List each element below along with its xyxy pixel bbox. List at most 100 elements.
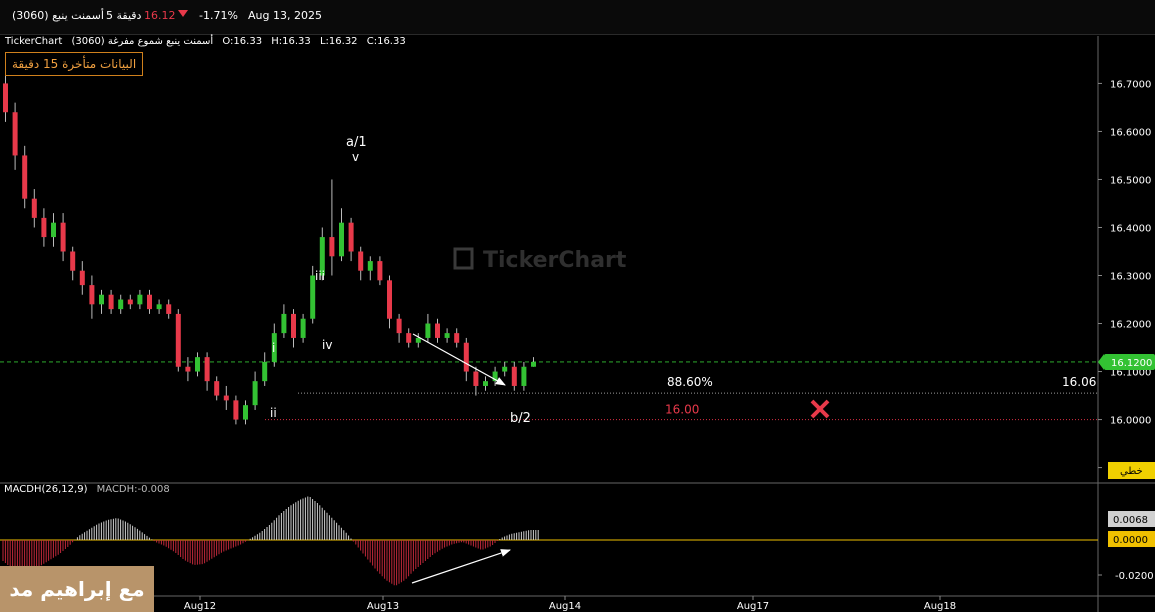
candle-body bbox=[367, 261, 373, 271]
candle-body bbox=[214, 381, 220, 396]
candle-body bbox=[166, 304, 172, 314]
candle-body bbox=[3, 83, 8, 113]
candle-body bbox=[281, 313, 287, 334]
down-arrow-icon bbox=[178, 10, 188, 17]
legend-source: TickerChart bbox=[5, 36, 63, 47]
candle-body bbox=[262, 361, 268, 382]
candle-body bbox=[137, 294, 143, 305]
candle-body bbox=[358, 251, 364, 271]
y-tick-label: 16.6000 bbox=[1110, 127, 1151, 138]
candle-body bbox=[435, 323, 440, 338]
candle-body bbox=[41, 217, 47, 238]
y-tick-label: 16.2000 bbox=[1110, 320, 1151, 331]
candle-body bbox=[108, 294, 114, 310]
candle-body bbox=[60, 222, 66, 252]
target-x-icon bbox=[810, 399, 830, 419]
macd-divergence-arrow bbox=[411, 549, 511, 584]
wave-label-a-1: a/1 bbox=[346, 135, 367, 150]
candle-body bbox=[127, 299, 133, 305]
candle-body bbox=[502, 366, 508, 372]
candle-body bbox=[463, 342, 469, 372]
macd-legend: MACDH(26,12,9) MACDH:-0.008 bbox=[4, 484, 176, 495]
wave-label-iii: iii bbox=[315, 269, 325, 283]
legend-low: L:16.32 bbox=[319, 36, 358, 47]
candle-body bbox=[252, 381, 258, 406]
candle-body bbox=[291, 313, 296, 338]
candle-body bbox=[415, 337, 421, 343]
candle-body bbox=[425, 323, 431, 338]
candle-body bbox=[185, 366, 191, 372]
y-tick-label: 16.3000 bbox=[1110, 272, 1151, 283]
candle-body bbox=[89, 285, 95, 305]
support-level-label: 16.00 bbox=[665, 403, 699, 417]
candle-body bbox=[195, 357, 200, 372]
current-price-badge-pointer bbox=[1098, 353, 1104, 370]
candle-body bbox=[99, 294, 104, 305]
macd-title: MACDH(26,12,9) bbox=[4, 484, 88, 495]
candle-body bbox=[377, 261, 383, 281]
candle-body bbox=[31, 198, 37, 218]
candle-body bbox=[243, 405, 248, 420]
candle-body bbox=[300, 318, 306, 338]
chart-legend: TickerChart (3060) أسمنت ينبع شموع مفرغة… bbox=[5, 36, 412, 47]
watermark-logo-icon bbox=[453, 247, 474, 270]
candle-body bbox=[22, 155, 28, 199]
candle-body bbox=[521, 366, 527, 386]
candle-body bbox=[51, 222, 56, 238]
candle-body bbox=[511, 366, 517, 386]
x-tick-label: Aug14 bbox=[549, 601, 581, 612]
delay-notice: البيانات متأخرة 15 دقيقة bbox=[5, 52, 144, 76]
candle-body bbox=[396, 318, 402, 334]
candle-body bbox=[233, 400, 239, 420]
candle-body bbox=[329, 237, 335, 257]
macd-current-badge-label: 0.0068 bbox=[1113, 515, 1148, 526]
x-tick-label: Aug18 bbox=[924, 601, 956, 612]
candle-body bbox=[406, 333, 412, 343]
candle-body bbox=[483, 381, 488, 386]
x-tick-label: Aug13 bbox=[367, 601, 399, 612]
timeframe[interactable]: 5 دقيقة bbox=[106, 9, 141, 22]
x-tick-label: Aug12 bbox=[184, 601, 216, 612]
chart-watermark: TickerChart bbox=[483, 248, 627, 273]
candle-body bbox=[79, 270, 85, 286]
legend-title: (3060) أسمنت ينبع شموع مفرغة bbox=[71, 36, 214, 47]
wave-label-ii: ii bbox=[270, 406, 277, 420]
candle-body bbox=[387, 280, 392, 319]
x-tick-label: Aug17 bbox=[737, 601, 769, 612]
candle-body bbox=[12, 112, 18, 156]
chart-canvas[interactable]: TickerChart 16.7000 16.6000 16.5000 16.4000 1… bbox=[0, 36, 1155, 612]
candle-body bbox=[454, 333, 460, 343]
macd-zero-badge-label: 0.0000 bbox=[1113, 535, 1148, 546]
current-price-badge-label: 16.1200 bbox=[1111, 358, 1152, 369]
macd-tick-label: -0.0200 bbox=[1115, 571, 1154, 582]
change-percent: -1.71% bbox=[199, 9, 238, 22]
y-tick-label: 16.4000 bbox=[1110, 223, 1151, 234]
candle-body bbox=[156, 304, 162, 310]
header-bar: أسمنت ينبع (3060) 5 دقيقة 16.12 -1.71% A… bbox=[0, 0, 1155, 35]
candle-body bbox=[473, 371, 479, 386]
y-tick-label: 16.0000 bbox=[1110, 416, 1151, 427]
scale-mode-label: خطي bbox=[1120, 466, 1143, 477]
legend-high: H:16.33 bbox=[271, 36, 311, 47]
candle-body bbox=[118, 299, 124, 310]
macd-value: MACDH:-0.008 bbox=[96, 484, 170, 495]
fib-percent-label: 88.60% bbox=[667, 375, 713, 389]
candle-body bbox=[223, 395, 229, 401]
candle-body bbox=[175, 313, 181, 367]
symbol-name[interactable]: أسمنت ينبع (3060) bbox=[12, 9, 104, 22]
candle-body bbox=[339, 222, 344, 257]
candle-body bbox=[70, 251, 76, 271]
wave-label-iv: iv bbox=[322, 338, 332, 352]
wave-label-i: i bbox=[272, 341, 275, 355]
y-tick-label: 16.7000 bbox=[1110, 79, 1151, 90]
last-price: 16.12 bbox=[144, 9, 176, 22]
candle-body bbox=[204, 357, 210, 382]
candle-body bbox=[444, 333, 450, 338]
author-overlay: مع إبراهيم مد bbox=[0, 566, 154, 612]
candle-body bbox=[348, 222, 354, 252]
fib-price-label: 16.06 bbox=[1062, 375, 1096, 389]
wave-label-v: v bbox=[352, 150, 359, 164]
y-tick-label: 16.5000 bbox=[1110, 175, 1151, 186]
date: Aug 13, 2025 bbox=[248, 9, 322, 22]
wave-label-b-2: b/2 bbox=[510, 411, 531, 426]
